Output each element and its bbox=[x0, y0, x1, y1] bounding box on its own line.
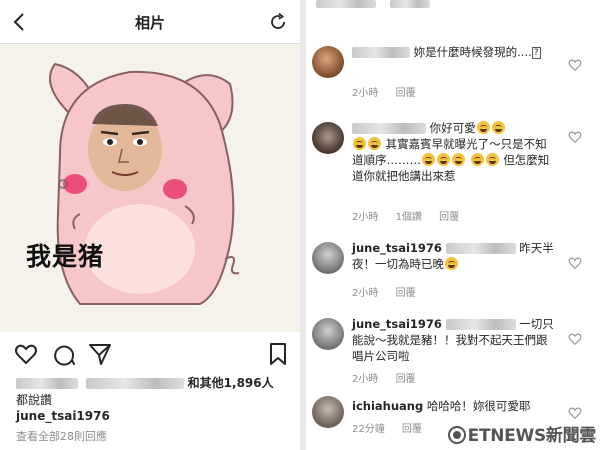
comment-icon[interactable] bbox=[52, 342, 76, 366]
comment-username[interactable]: ichiahuang bbox=[352, 399, 423, 413]
watermark-text: ETNEWS新聞雲 bbox=[467, 426, 597, 446]
laughing-emoji-icon bbox=[452, 153, 465, 166]
avatar[interactable] bbox=[312, 396, 344, 428]
comment-meta: 22分鐘 回覆 bbox=[352, 420, 436, 435]
post-action-bar bbox=[0, 338, 300, 370]
blurred-mention bbox=[445, 243, 516, 254]
laughing-emoji-icon bbox=[445, 257, 458, 270]
laughing-emoji-icon bbox=[476, 121, 490, 134]
heart-outline-icon[interactable] bbox=[568, 406, 582, 420]
laughing-emoji-icon bbox=[353, 137, 366, 150]
unknown-glyph: ? bbox=[531, 47, 541, 59]
comment-meta: 2小時 回覆 bbox=[352, 370, 430, 385]
avatar[interactable] bbox=[312, 242, 344, 274]
laughing-emoji-icon bbox=[437, 153, 450, 166]
comment-time: 2小時 bbox=[352, 212, 379, 223]
comment-text: ichiahuang 哈哈哈！妳很可愛耶 bbox=[352, 398, 558, 414]
post-view-panel: 相片 我是猪 和其他1,896人 都說讚 june_tsai1976 查看全部2… bbox=[0, 0, 300, 450]
blurred-text bbox=[389, 0, 430, 8]
heart-outline-icon[interactable] bbox=[568, 256, 582, 270]
comment-time: 22分鐘 bbox=[352, 424, 385, 435]
comment-time: 2小時 bbox=[352, 88, 379, 99]
blurred-mention bbox=[445, 319, 516, 330]
comment-text: june_tsai1976 昨天半夜！一切為時已晚 bbox=[352, 240, 558, 272]
heart-icon[interactable] bbox=[14, 342, 38, 366]
comment-text: 妳是什麼時候發現的....? bbox=[352, 44, 558, 60]
post-image[interactable]: 我是猪 bbox=[0, 44, 300, 332]
poster-username[interactable]: june_tsai1976 bbox=[16, 409, 110, 423]
cropped-top-row bbox=[316, 0, 430, 10]
comment-likes[interactable]: 1個讚 bbox=[396, 212, 422, 223]
blurred-text bbox=[316, 0, 376, 8]
laughing-emoji-icon bbox=[368, 137, 381, 150]
heart-outline-icon[interactable] bbox=[568, 332, 582, 346]
comment-username[interactable]: june_tsai1976 bbox=[352, 241, 442, 255]
laughing-emoji-icon bbox=[491, 121, 505, 134]
comments-panel: 妳是什麼時候發現的....? 2小時 回覆 你好可愛 其實嘉賓早就曝光了～只是不… bbox=[306, 0, 600, 450]
blurred-username bbox=[352, 47, 410, 58]
laughing-emoji-icon bbox=[485, 153, 499, 166]
avatar[interactable] bbox=[312, 318, 344, 350]
likes-summary[interactable]: 和其他1,896人 bbox=[16, 375, 296, 391]
etnews-logo-icon bbox=[447, 426, 466, 444]
reply-button[interactable]: 回覆 bbox=[439, 212, 459, 223]
comment-username[interactable]: june_tsai1976 bbox=[352, 317, 442, 331]
refresh-icon[interactable] bbox=[268, 12, 288, 32]
comment-meta: 2小時 回覆 bbox=[352, 284, 430, 299]
page-title: 相片 bbox=[134, 14, 165, 32]
watermark: ETNEWS新聞雲 bbox=[447, 421, 597, 446]
meme-caption: 我是猪 bbox=[26, 242, 105, 271]
comment-time: 2小時 bbox=[352, 374, 379, 385]
likes-label: 都說讚 bbox=[16, 393, 53, 407]
avatar[interactable] bbox=[312, 46, 344, 78]
comment-time: 2小時 bbox=[352, 288, 379, 299]
comment-text: june_tsai1976 一切只能說～我就是豬！！我對不起天王們跟唱片公司啦 bbox=[352, 316, 558, 364]
bookmark-icon[interactable] bbox=[266, 342, 290, 366]
comment-text: 你好可愛 其實嘉賓早就曝光了～只是不知道順序……… 但怎麼知道你就把他講出來惹 bbox=[352, 120, 558, 184]
comment-meta: 2小時 1個讚 回覆 bbox=[352, 208, 473, 223]
reply-button[interactable]: 回覆 bbox=[396, 374, 416, 385]
post-header: 相片 bbox=[0, 0, 300, 44]
avatar[interactable] bbox=[312, 122, 344, 154]
heart-outline-icon[interactable] bbox=[568, 130, 582, 144]
laughing-emoji-icon bbox=[470, 153, 484, 166]
reply-button[interactable]: 回覆 bbox=[396, 288, 416, 299]
reply-button[interactable]: 回覆 bbox=[402, 424, 422, 435]
blurred-username bbox=[16, 378, 78, 389]
send-icon[interactable] bbox=[88, 342, 112, 366]
view-all-comments-link[interactable]: 查看全部28則回應 bbox=[16, 428, 107, 444]
blurred-username bbox=[85, 378, 184, 389]
reply-button[interactable]: 回覆 bbox=[396, 88, 416, 99]
comment-meta: 2小時 回覆 bbox=[352, 84, 430, 99]
comment-body: 哈哈哈！妳很可愛耶 bbox=[426, 399, 531, 413]
pig-meme-illustration bbox=[0, 44, 300, 332]
blurred-username bbox=[352, 123, 426, 134]
comment-body: 妳是什麼時候發現的.... bbox=[413, 45, 532, 59]
heart-outline-icon[interactable] bbox=[568, 58, 582, 72]
likes-count: 和其他1,896人 bbox=[187, 376, 274, 390]
comment-body: 你好可愛 bbox=[429, 121, 476, 135]
laughing-emoji-icon bbox=[422, 153, 435, 166]
